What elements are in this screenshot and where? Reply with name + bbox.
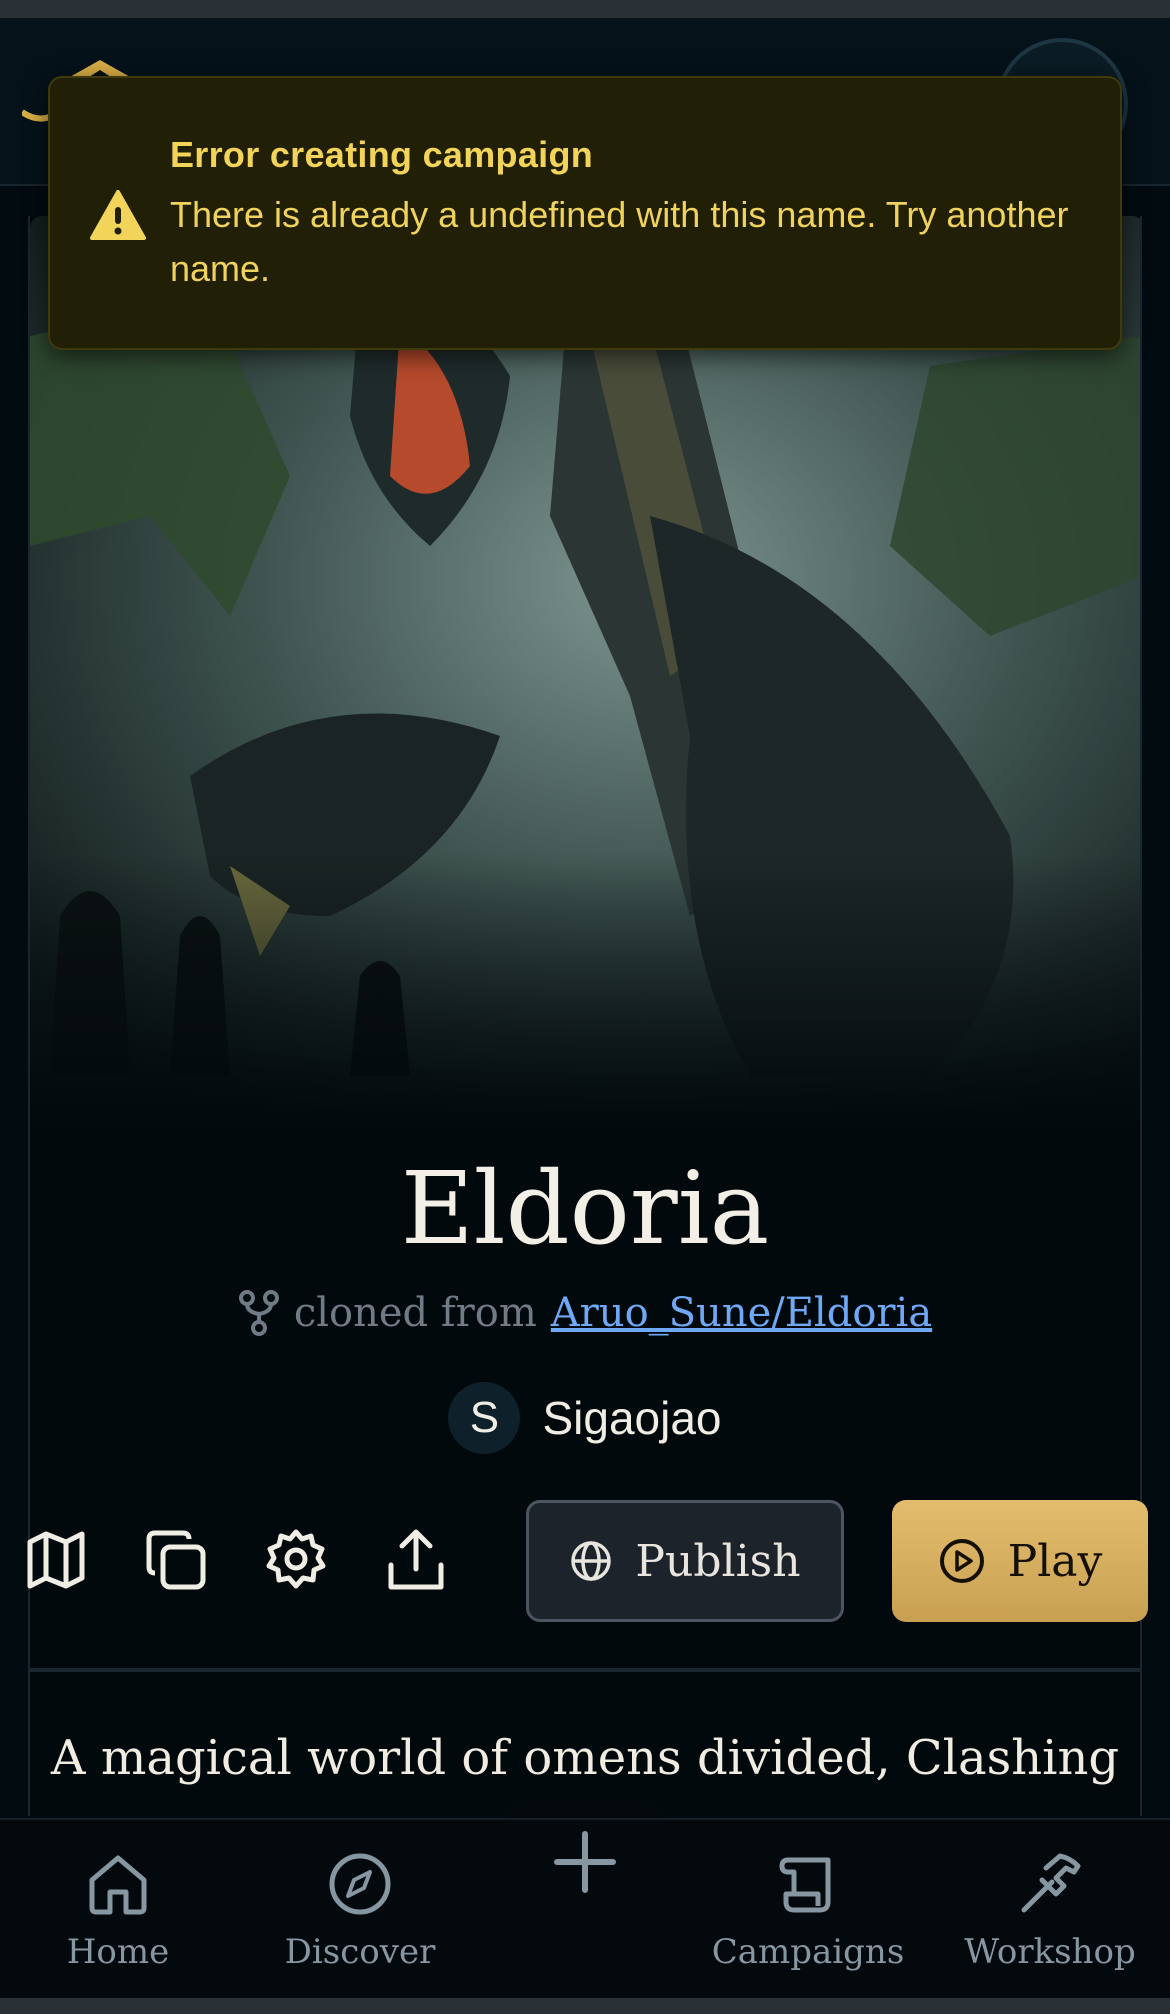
nav-campaigns-label: Campaigns xyxy=(711,1932,905,1972)
error-toast: Error creating campaign There is already… xyxy=(48,76,1122,350)
share-button[interactable] xyxy=(378,1522,454,1598)
cloned-prefix: cloned from xyxy=(293,1290,537,1336)
nav-workshop-label: Workshop xyxy=(964,1932,1136,1972)
campaign-description: A magical world of omens divided, Clashi… xyxy=(50,1730,1120,1786)
nav-discover[interactable]: Discover xyxy=(250,1850,470,1972)
publish-label: Publish xyxy=(635,1535,801,1587)
status-bar xyxy=(0,0,1170,18)
copy-button[interactable] xyxy=(138,1522,214,1598)
map-button[interactable] xyxy=(18,1522,94,1598)
action-bar: Publish Play xyxy=(0,1500,1170,1622)
toast-message: There is already a undefined with this n… xyxy=(170,194,1069,289)
nav-home-label: Home xyxy=(66,1932,170,1972)
author-avatar[interactable]: S xyxy=(448,1382,521,1454)
globe-icon xyxy=(571,1541,612,1581)
share-icon xyxy=(388,1529,444,1590)
publish-button[interactable]: Publish xyxy=(526,1500,844,1622)
play-circle-icon xyxy=(939,1539,984,1583)
nav-workshop[interactable]: Workshop xyxy=(940,1850,1160,1972)
author-name[interactable]: Sigaojao xyxy=(542,1391,721,1445)
nav-discover-label: Discover xyxy=(284,1932,436,1972)
settings-button[interactable] xyxy=(258,1522,334,1598)
cloned-source-link[interactable]: Aruo_Sune/Eldoria xyxy=(551,1290,932,1336)
warning-icon xyxy=(90,190,146,240)
nav-create-button[interactable] xyxy=(475,1826,695,1912)
toast-title: Error creating campaign xyxy=(170,134,594,175)
copy-icon xyxy=(146,1530,206,1590)
scroll-icon xyxy=(779,1857,831,1913)
map-icon xyxy=(27,1531,85,1589)
bottom-navigation: Home Discover Campaigns Workshop xyxy=(0,1818,1170,1998)
cloned-from-line: cloned from Aruo_Sune/Eldoria xyxy=(0,1290,1170,1336)
compass-icon xyxy=(329,1853,391,1915)
home-indicator xyxy=(0,1998,1170,2014)
fork-icon xyxy=(238,1290,279,1336)
author-row[interactable]: S Sigaojao xyxy=(0,1382,1170,1454)
play-button[interactable]: Play xyxy=(892,1500,1148,1622)
hammer-icon xyxy=(1021,1853,1081,1913)
nav-home[interactable]: Home xyxy=(8,1850,228,1972)
home-icon xyxy=(89,1855,147,1915)
campaign-title: Eldoria xyxy=(400,1150,770,1267)
divider xyxy=(28,1668,1142,1672)
plus-icon xyxy=(554,1831,616,1893)
settings-icon xyxy=(266,1529,326,1589)
campaign-cover-image xyxy=(30,216,1140,1126)
nav-campaigns[interactable]: Campaigns xyxy=(698,1850,918,1972)
play-label: Play xyxy=(1007,1535,1103,1587)
